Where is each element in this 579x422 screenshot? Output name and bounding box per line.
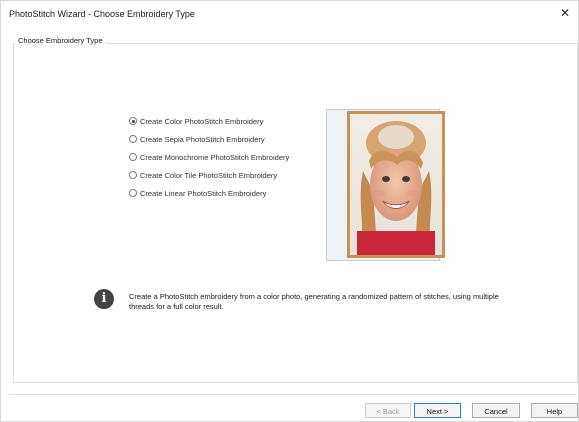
title-bar: PhotoStitch Wizard - Choose Embroidery T… <box>1 1 578 23</box>
group-legend: Choose Embroidery Type <box>15 36 106 45</box>
back-button[interactable]: < Back <box>365 403 411 418</box>
info-icon: i <box>94 289 114 309</box>
wizard-window: PhotoStitch Wizard - Choose Embroidery T… <box>0 0 579 422</box>
embroidery-preview-image <box>347 111 445 258</box>
close-button[interactable]: ✕ <box>556 5 574 21</box>
option-color-tile[interactable]: Create Color Tile PhotoStitch Embroidery <box>129 166 289 184</box>
radio-color[interactable] <box>129 117 137 125</box>
option-label-sepia: Create Sepia PhotoStitch Embroidery <box>140 134 265 144</box>
option-sepia[interactable]: Create Sepia PhotoStitch Embroidery <box>129 130 289 148</box>
option-label-monochrome: Create Monochrome PhotoStitch Embroidery <box>140 152 290 162</box>
option-monochrome[interactable]: Create Monochrome PhotoStitch Embroidery <box>129 148 289 166</box>
option-label-linear: Create Linear PhotoStitch Embroidery <box>140 188 267 198</box>
embroidery-type-options: Create Color PhotoStitch Embroidery Crea… <box>129 112 289 202</box>
option-label-color-tile: Create Color Tile PhotoStitch Embroidery <box>140 170 278 180</box>
radio-monochrome[interactable] <box>129 153 137 161</box>
option-color[interactable]: Create Color PhotoStitch Embroidery <box>129 112 289 130</box>
next-button[interactable]: Next > <box>414 403 461 418</box>
option-linear[interactable]: Create Linear PhotoStitch Embroidery <box>129 184 289 202</box>
option-label-color: Create Color PhotoStitch Embroidery <box>140 116 264 126</box>
radio-linear[interactable] <box>129 189 137 197</box>
embroidery-type-group <box>13 43 578 383</box>
footer-separator <box>9 394 576 395</box>
close-icon: ✕ <box>559 6 571 20</box>
help-button[interactable]: Help <box>531 403 578 418</box>
radio-sepia[interactable] <box>129 135 137 143</box>
cancel-button[interactable]: Cancel <box>472 403 520 418</box>
description-text: Create a PhotoStitch embroidery from a c… <box>129 292 499 311</box>
radio-color-tile[interactable] <box>129 171 137 179</box>
window-title: PhotoStitch Wizard - Choose Embroidery T… <box>9 9 195 19</box>
